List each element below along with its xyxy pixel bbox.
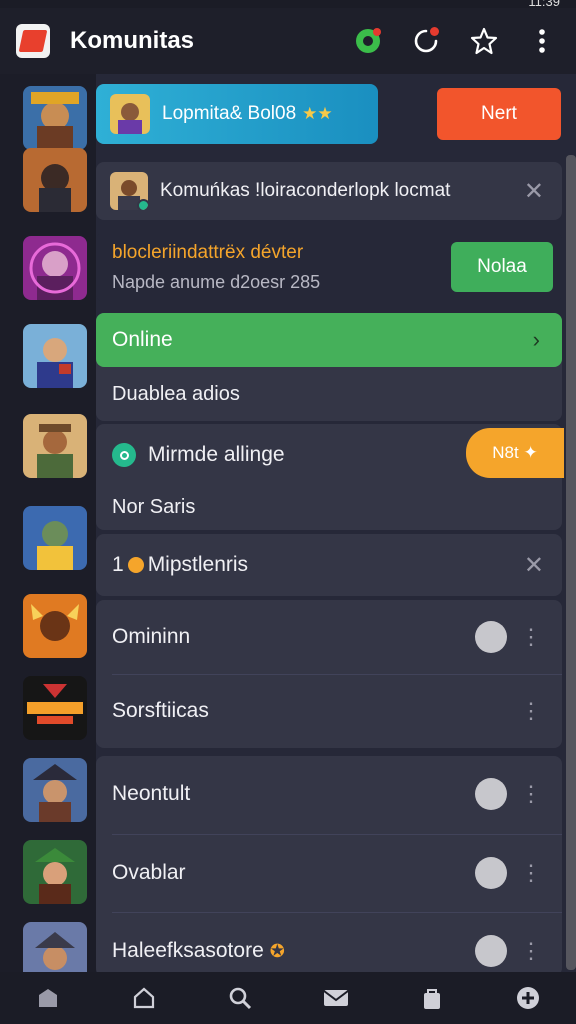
community-post-card[interactable]: Komuńkas !loiraconderlopk locmat ✕ xyxy=(96,162,562,220)
toggle-switch[interactable] xyxy=(475,857,507,889)
game-thumb-8[interactable] xyxy=(23,676,87,740)
bottom-navigation xyxy=(0,972,576,1024)
status-bar: 11:39 xyxy=(0,0,576,9)
house-icon[interactable] xyxy=(126,980,162,1016)
next-button[interactable]: Nert xyxy=(437,88,561,140)
featured-avatar xyxy=(110,94,150,134)
settings-group-2: Neontult ⋮ Ovablar ⋮ Haleefksasotore ✪ ⋮ xyxy=(96,756,562,976)
settings-row-label: Haleefksasotore xyxy=(112,939,264,962)
game-thumb-4[interactable] xyxy=(23,324,87,388)
tournament-action-button[interactable]: Nolaa xyxy=(451,242,553,292)
app-logo-icon[interactable] xyxy=(16,24,50,58)
mipstiands-label: Mipstlenris xyxy=(147,553,249,576)
game-thumb-2[interactable] xyxy=(23,148,87,212)
page-title: Komunitas xyxy=(70,27,195,54)
mipstiands-prefix: 1 xyxy=(112,553,124,576)
game-thumb-6[interactable] xyxy=(23,506,87,570)
chevron-right-icon: › xyxy=(532,327,540,352)
coin-icon xyxy=(127,557,144,573)
online-button[interactable]: Online › xyxy=(96,313,562,367)
game-thumb-1[interactable] xyxy=(23,86,87,150)
community-post-text: Komuńkas !loiraconderlopk locmat xyxy=(160,180,451,201)
more-vertical-icon[interactable] xyxy=(524,23,560,59)
settings-badge-icon[interactable] xyxy=(350,23,386,59)
featured-stars: ★★ xyxy=(302,104,333,123)
featured-community-card[interactable]: Lopmita& Bol08 ★★ xyxy=(96,84,378,144)
bag-icon[interactable] xyxy=(414,980,450,1016)
more-vertical-icon[interactable]: ⋮ xyxy=(520,781,542,807)
featured-row: Lopmita& Bol08 ★★ Nert xyxy=(96,82,576,148)
game-thumb-3[interactable] xyxy=(23,236,87,300)
community-avatar xyxy=(110,172,148,210)
settings-row[interactable]: Neontult ⋮ xyxy=(96,756,562,832)
nor-saris-label: Nor Saris xyxy=(112,496,196,518)
game-thumb-5[interactable] xyxy=(23,414,87,478)
divider xyxy=(112,912,562,913)
settings-row-label: Omininn xyxy=(112,625,191,648)
duablea-label: Duablea adios xyxy=(112,383,240,405)
online-badge xyxy=(137,199,148,210)
settings-row-label: Ovablar xyxy=(112,861,186,884)
mirmade-action-chip[interactable]: N8t ✦ xyxy=(466,428,564,478)
settings-row-label: Sorsftiicas xyxy=(112,699,209,722)
tournament-subtitle: Napde anume d2oesr 285 xyxy=(112,272,321,292)
settings-row[interactable]: Omininn ⋮ xyxy=(96,600,562,674)
search-icon[interactable] xyxy=(222,980,258,1016)
toggle-switch[interactable] xyxy=(475,778,507,810)
star-icon[interactable] xyxy=(466,23,502,59)
toggle-switch[interactable] xyxy=(475,621,507,653)
divider xyxy=(112,834,562,835)
mirmade-label: Mirmde allinge xyxy=(148,443,285,466)
add-icon[interactable] xyxy=(510,980,546,1016)
gear-badge-icon: ✪ xyxy=(269,940,285,961)
game-thumb-10[interactable] xyxy=(23,840,87,904)
mipstiands-card[interactable]: 1 Mipstlenris ✕ xyxy=(96,534,562,596)
more-vertical-icon[interactable]: ⋮ xyxy=(520,938,542,964)
home-icon[interactable] xyxy=(30,980,66,1016)
tournament-card: blocleriindattrëx dévter Napde anume d2o… xyxy=(96,232,562,302)
game-thumb-7[interactable] xyxy=(23,594,87,658)
scrollbar[interactable] xyxy=(566,155,576,970)
app-bar: Komunitas xyxy=(0,8,576,74)
mail-icon[interactable] xyxy=(318,980,354,1016)
featured-label: Lopmita& Bol08 xyxy=(162,103,297,124)
close-icon[interactable]: ✕ xyxy=(524,551,544,580)
settings-row-label: Neontult xyxy=(112,782,191,805)
game-thumb-9[interactable] xyxy=(23,758,87,822)
settings-row[interactable]: Ovablar ⋮ xyxy=(96,836,562,910)
more-vertical-icon[interactable]: ⋮ xyxy=(520,624,542,650)
app-bar-actions xyxy=(350,23,560,59)
notification-dot xyxy=(430,27,439,36)
toggle-switch[interactable] xyxy=(475,935,507,967)
online-label: Online xyxy=(112,328,173,351)
close-icon[interactable]: ✕ xyxy=(524,177,544,206)
settings-row[interactable]: Sorsftiicas ⋮ xyxy=(96,674,562,748)
settings-group-1: Omininn ⋮ Sorsftiicas ⋮ xyxy=(96,600,562,748)
teal-ring-icon xyxy=(112,443,136,467)
notification-icon[interactable] xyxy=(408,23,444,59)
more-vertical-icon[interactable]: ⋮ xyxy=(520,698,542,724)
tournament-title: blocleriindattrëx dévter xyxy=(112,242,304,263)
more-vertical-icon[interactable]: ⋮ xyxy=(520,860,542,886)
